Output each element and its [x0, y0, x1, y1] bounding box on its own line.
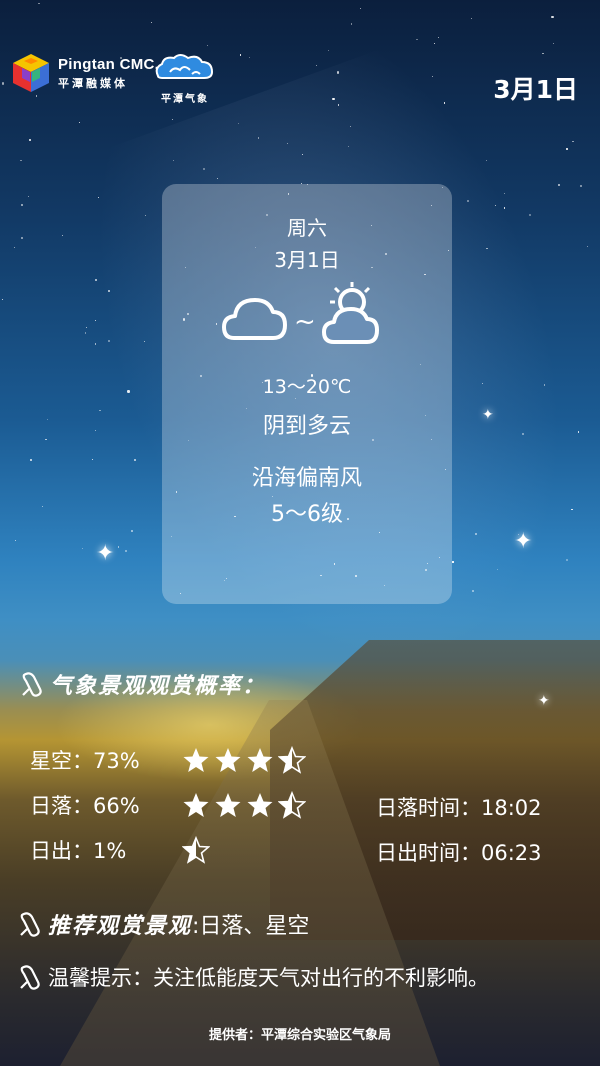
recommend-heading: 推荐观赏景观 — [48, 913, 193, 939]
pin-icon — [22, 672, 42, 697]
auspicious-cloud-icon — [155, 54, 214, 79]
full-star-icon — [247, 793, 273, 817]
partly-cloudy-icon — [322, 282, 379, 344]
weather-condition: 阴到多云 — [262, 414, 351, 439]
tip-row: 温馨提示：关注低能度天气对出行的不利影响。 — [18, 962, 489, 992]
logo-chinese: 平潭融媒体 — [58, 76, 128, 90]
half-star-icon — [182, 836, 210, 864]
wind-level: 5～6级 — [271, 502, 343, 527]
forecast-date: 3月1日 — [274, 248, 340, 272]
full-star-icon — [215, 793, 241, 817]
provider-footer: 提供者：平潭综合实验区气象局 — [208, 1028, 391, 1043]
full-star-icon — [215, 748, 241, 772]
pingtan-cmc-logo: Pingtan CMC. 平潭融媒体 — [10, 52, 159, 94]
wind-direction: 沿海偏南风 — [251, 466, 362, 491]
rating-row-sunrise: 日出：1% — [30, 835, 214, 865]
full-star-icon — [183, 793, 209, 817]
tilde-separator: ~ — [294, 307, 316, 337]
full-star-icon — [183, 748, 209, 772]
sunset-time: 日落时间：18:02 — [376, 796, 542, 820]
cube-logo-icon — [13, 54, 49, 92]
recommend-value: :日落、星空 — [192, 914, 310, 939]
star-rating — [182, 836, 214, 864]
rating-label: 日出：1% — [30, 839, 127, 863]
pin-icon — [20, 965, 40, 990]
landscape-heading: 气象景观观赏概率： — [50, 673, 267, 699]
bright-star-icon: ✦ — [538, 693, 550, 709]
star-rating — [182, 791, 310, 819]
sunrise-time: 日出时间：06:23 — [376, 841, 542, 865]
rating-label: 星空：73% — [30, 749, 140, 773]
meteo-logo-caption: 平潭气象 — [161, 94, 209, 105]
header-date: 3月1日 — [493, 75, 578, 104]
cloud-icon — [222, 298, 287, 340]
rating-row-sunset: 日落：66% — [30, 790, 310, 820]
weekday: 周六 — [287, 216, 327, 240]
pingtan-meteo-logo: 平潭气象 — [152, 52, 218, 105]
weather-icons: ~ — [222, 280, 392, 350]
temperature-range: 13～20℃ — [262, 376, 352, 398]
forecast-card: 周六 3月1日 ~ 13～20℃ 阴到多云 沿海偏南风 5～6级 — [162, 184, 452, 604]
landscape-heading-row: 气象景观观赏概率： — [20, 668, 266, 700]
bright-star-icon: ✦ — [514, 529, 533, 554]
rating-label: 日落：66% — [30, 794, 140, 818]
rating-row-starry-sky: 星空：73% — [30, 745, 310, 775]
half-star-icon — [278, 746, 306, 774]
logo-english: Pingtan CMC. — [58, 55, 160, 73]
tip-text: 温馨提示：关注低能度天气对出行的不利影响。 — [48, 966, 489, 990]
star-rating — [182, 746, 310, 774]
pin-icon — [20, 912, 40, 937]
full-star-icon — [247, 748, 273, 772]
bright-star-icon: ✦ — [96, 541, 115, 566]
bright-star-icon: ✦ — [482, 407, 494, 423]
recommend-row: 推荐观赏景观 :日落、星空 — [18, 908, 309, 940]
half-star-icon — [278, 791, 306, 819]
